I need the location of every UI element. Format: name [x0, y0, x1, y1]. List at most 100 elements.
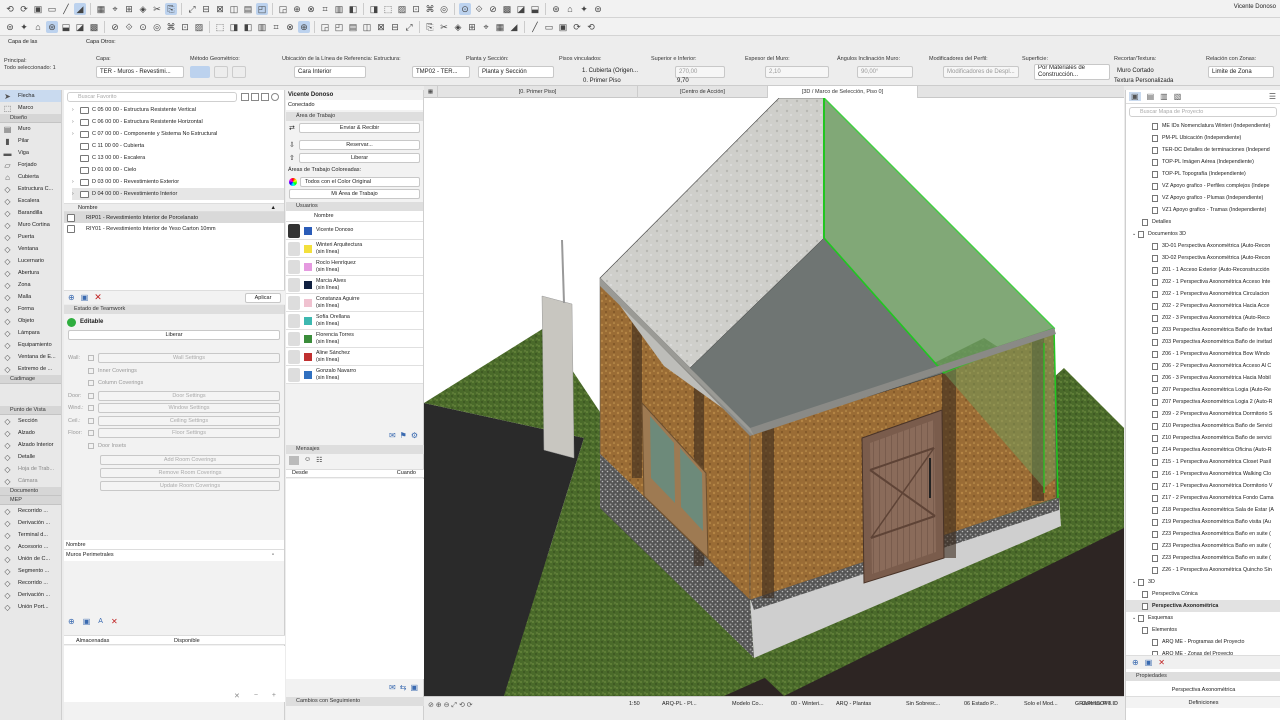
toolbar-tool-icon[interactable]: ⊞: [123, 3, 135, 15]
send-message-icon[interactable]: ✉: [389, 431, 396, 440]
setting-option[interactable]: Inner Coverings: [98, 368, 137, 374]
send-receive-button[interactable]: Enviar & Recibir: [299, 122, 420, 133]
favorites-folder[interactable]: C 11 00 00 - Cubierta: [72, 140, 284, 152]
toolbar-tool-icon[interactable]: ⊡: [179, 21, 191, 33]
minus-icon[interactable]: −: [254, 692, 258, 700]
setting-option[interactable]: Column Coverings: [98, 380, 143, 386]
project-map-item[interactable]: ARQ ME - Programas del Proyecto: [1126, 636, 1280, 648]
3d-viewport[interactable]: [424, 98, 1124, 696]
toolbar-tool-icon[interactable]: ⌗: [319, 3, 331, 15]
tile-view-icon[interactable]: [261, 93, 269, 101]
toolbar-tool-icon[interactable]: ╱: [60, 3, 72, 15]
project-map-item[interactable]: Z02 - 1 Perspectiva Axonométrica Acceso …: [1126, 276, 1280, 288]
tool-ventana-de-e-[interactable]: ◇ Ventana de E...: [0, 351, 61, 363]
project-map-item[interactable]: Z23 Perspectiva Axonométrica Baño en sui…: [1126, 540, 1280, 552]
setting-button[interactable]: Ceiling Settings: [98, 415, 280, 426]
tool-ventana[interactable]: ◇ Ventana: [0, 243, 61, 255]
grid-view-icon[interactable]: [251, 93, 259, 101]
setting-option[interactable]: Door Insets: [98, 443, 126, 449]
add-favorite-icon[interactable]: ⊕: [68, 293, 75, 302]
toolbar-tool-icon[interactable]: ▥: [333, 3, 345, 15]
toolbar-tool-icon[interactable]: ⬚: [214, 21, 226, 33]
toolbar-tool-icon[interactable]: ✂: [151, 3, 163, 15]
status-view-option[interactable]: 00 - Winteri...: [791, 701, 824, 707]
reference-line-select[interactable]: Cara Interior: [294, 66, 366, 78]
my-workspace-button[interactable]: Mi Área de Trabajo: [289, 189, 420, 199]
toolbar-tool-icon[interactable]: ╱: [529, 21, 541, 33]
favorites-folder[interactable]: › D 03 00 00 - Revestimiento Exterior: [72, 176, 284, 188]
project-map-item[interactable]: Z06 - 3 Perspectiva Axonométrica Hacia M…: [1126, 372, 1280, 384]
favorites-folder[interactable]: C 13 00 00 - Escalera: [72, 152, 284, 164]
toolbar-tool-icon[interactable]: ◪: [515, 3, 527, 15]
disclosure-icon[interactable]: ›: [72, 131, 80, 137]
status-view-option[interactable]: Sin Sobresc...: [906, 701, 940, 707]
tool-cubierta[interactable]: ⌂ Cubierta: [0, 171, 61, 183]
room-coverings-button[interactable]: Update Room Coverings: [100, 481, 280, 491]
list-view-icon[interactable]: [241, 93, 249, 101]
tool-flecha[interactable]: ➤ Flecha: [0, 90, 61, 102]
tool-c-mara[interactable]: ◇ Cámara: [0, 475, 61, 487]
toolbar-tool-icon[interactable]: ▦: [494, 21, 506, 33]
user-row[interactable]: Constanza Aguirre (sin línea): [286, 294, 423, 312]
tool-alzado[interactable]: ◇ Alzado: [0, 427, 61, 439]
tool-derivaci-n-[interactable]: ◇ Derivación ...: [0, 517, 61, 529]
favorites-folder[interactable]: › C 06 00 00 - Estructura Resistente Hori…: [72, 116, 284, 128]
toolbar-tool-icon[interactable]: ⊜: [592, 3, 604, 15]
tool-abertura[interactable]: ◇ Abertura: [0, 267, 61, 279]
user-row[interactable]: Marcia Alves (sin línea): [286, 276, 423, 294]
toolbar-tool-icon[interactable]: ▤: [242, 3, 254, 15]
archive-icon[interactable]: ▣: [410, 683, 418, 695]
toolbar-tool-icon[interactable]: ⬓: [60, 21, 72, 33]
project-map-item[interactable]: Z17 - 2 Perspectiva Axonométrica Fondo C…: [1126, 492, 1280, 504]
project-map-item[interactable]: Z06 - 2 Perspectiva Axonométrica Acceso …: [1126, 360, 1280, 372]
tool-muro[interactable]: ▤ Muro: [0, 123, 61, 135]
project-map-item[interactable]: ⌄ 3D: [1126, 576, 1280, 588]
users-header[interactable]: Usuarios: [286, 202, 423, 211]
bottom-offset-input[interactable]: 9,70: [677, 76, 689, 86]
project-map-item[interactable]: Elementos: [1126, 624, 1280, 636]
toolbar-tool-icon[interactable]: ⊗: [305, 3, 317, 15]
project-map-item[interactable]: VZ Apoyo grafico - Plumas (Independiente…: [1126, 192, 1280, 204]
floor-plan-button[interactable]: Planta y Sección: [478, 66, 554, 78]
toolbar-tool-icon[interactable]: ▭: [46, 3, 58, 15]
toolbar-tool-icon[interactable]: ◧: [347, 3, 359, 15]
status-view-option[interactable]: 06 Estado P...: [964, 701, 998, 707]
setting-checkbox[interactable]: [88, 417, 94, 424]
toolbar-tool-icon[interactable]: ⟐: [123, 21, 135, 33]
project-map-item[interactable]: TOP-PL Topografía (Independiente): [1126, 168, 1280, 180]
project-map-item[interactable]: Z02 - 1 Perspectiva Axonométrica Circula…: [1126, 288, 1280, 300]
toolbar-tool-icon[interactable]: ⎘: [165, 2, 177, 15]
zone-edit-icon[interactable]: ▣: [83, 617, 91, 626]
toolbar-tool-icon[interactable]: ⌘: [165, 21, 177, 33]
toolbar-tool-icon[interactable]: ⊘: [487, 3, 499, 15]
toolbox-section-header[interactable]: Cadimage: [0, 375, 61, 384]
project-map-item[interactable]: Z03 Perspectiva Axonométrica Baño de inv…: [1126, 336, 1280, 348]
project-map-item[interactable]: Z19 Perspectiva Axonométrica Baño visita…: [1126, 516, 1280, 528]
disclosure-icon[interactable]: ›: [72, 119, 80, 125]
toolbar-tool-icon[interactable]: ⊠: [214, 3, 226, 15]
settings-gear-icon[interactable]: [271, 93, 279, 101]
toolbar-tool-icon[interactable]: ⤢: [186, 3, 198, 15]
toolbar-tool-icon[interactable]: ◎: [438, 3, 450, 15]
toolbar-tool-icon[interactable]: ◢: [508, 21, 520, 33]
room-coverings-button[interactable]: Remove Room Coverings: [100, 468, 280, 478]
toolbar-tool-icon[interactable]: ◲: [319, 21, 331, 33]
user-row[interactable]: Vicente Donoso: [286, 222, 423, 240]
scale-label[interactable]: 1:50: [629, 701, 640, 707]
toolbar-tool-icon[interactable]: ✂: [438, 21, 450, 33]
structure-select[interactable]: TMP02 - TER...: [412, 66, 470, 78]
toolbar-tool-icon[interactable]: ⌂: [564, 3, 576, 15]
project-map-item[interactable]: Z16 - 1 Perspectiva Axonométrica Walking…: [1126, 468, 1280, 480]
toolbar-tool-icon[interactable]: ⊛: [550, 3, 562, 15]
project-map-item[interactable]: Z06 - 1 Perspectiva Axonométrica Bow Win…: [1126, 348, 1280, 360]
project-map-item[interactable]: Z07 Perspectiva Axonométrica Logia (Auto…: [1126, 384, 1280, 396]
user-row[interactable]: Sofía Orellana (sin línea): [286, 312, 423, 330]
colored-areas-select[interactable]: Todos con el Color Original: [300, 176, 420, 187]
toolbar-tool-icon[interactable]: ◫: [228, 3, 240, 15]
toolbar-tool-icon[interactable]: ⊗: [284, 21, 296, 33]
users-gear-icon[interactable]: ⚙: [411, 431, 418, 440]
toolbar-tool-icon[interactable]: ▣: [32, 3, 44, 15]
thickness-input[interactable]: 2,10: [765, 66, 829, 78]
tool-derivaci-n-[interactable]: ◇ Derivación ...: [0, 589, 61, 601]
tool-lucernario[interactable]: ◇ Lucernario: [0, 255, 61, 267]
